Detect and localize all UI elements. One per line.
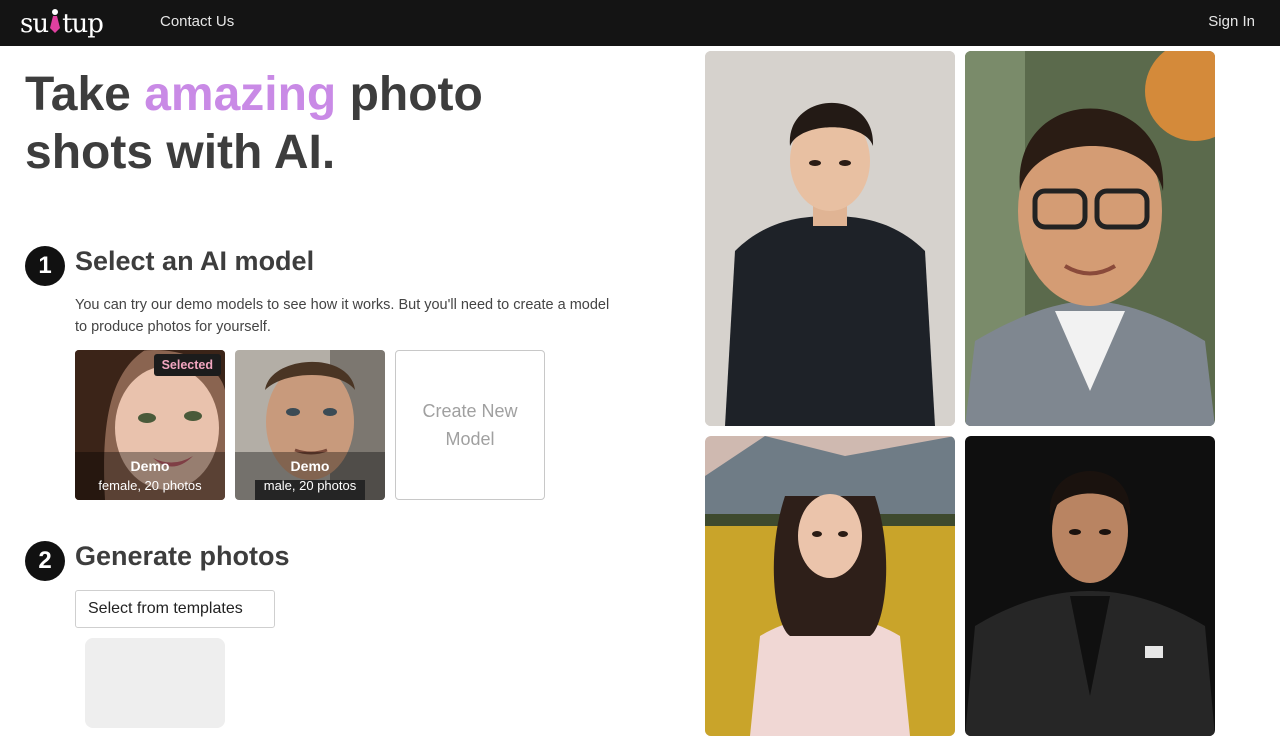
gallery-photo-woman-field xyxy=(705,436,955,736)
create-new-model-button[interactable]: Create New Model xyxy=(395,350,545,500)
selected-badge: Selected xyxy=(153,354,221,376)
tie-icon xyxy=(49,8,61,41)
step-2-number: 2 xyxy=(25,541,65,581)
step-1-description: You can try our demo models to see how i… xyxy=(75,297,610,335)
contact-us-link[interactable]: Contact Us xyxy=(160,13,234,30)
gallery-photo-man-tshirt xyxy=(705,51,955,426)
template-placeholder xyxy=(85,638,225,728)
card-overlay: Demo female, 20 photos xyxy=(75,452,225,500)
logo-text-left: su xyxy=(20,9,49,39)
woman-field-image xyxy=(705,436,955,736)
select-templates-button[interactable]: Select from templates xyxy=(75,590,275,628)
gallery-photo-man-suit xyxy=(965,436,1215,736)
gallery-photo-man-glasses xyxy=(965,51,1215,426)
man-suit-image xyxy=(965,436,1215,736)
model-card-demo-female[interactable]: Selected Demo female, 20 photos xyxy=(75,350,225,500)
model-name: Demo xyxy=(290,458,330,474)
logo[interactable]: su tup xyxy=(20,8,104,41)
logo-text-right: tup xyxy=(62,9,104,39)
step-1-number: 1 xyxy=(25,246,65,286)
model-meta: male, 20 photos xyxy=(263,478,357,493)
step-1-title: Select an AI model xyxy=(75,246,315,276)
step-2-title: Generate photos xyxy=(75,541,290,571)
card-overlay: Demo male, 20 photos xyxy=(235,452,385,500)
create-new-model-label: Create New Model xyxy=(422,401,518,449)
top-nav: su tup Contact Us Sign In xyxy=(0,0,1280,46)
hero-accent: amazing xyxy=(144,68,337,121)
model-card-demo-male[interactable]: Demo male, 20 photos xyxy=(235,350,385,500)
hero-heading: Take amazing photo shots with AI. xyxy=(25,66,545,182)
model-name: Demo xyxy=(130,458,170,474)
hero-part1: Take xyxy=(25,68,145,121)
model-meta: female, 20 photos xyxy=(98,478,202,493)
man-glasses-image xyxy=(965,51,1215,426)
sign-in-link[interactable]: Sign In xyxy=(1208,13,1255,30)
man-tshirt-image xyxy=(705,51,955,426)
